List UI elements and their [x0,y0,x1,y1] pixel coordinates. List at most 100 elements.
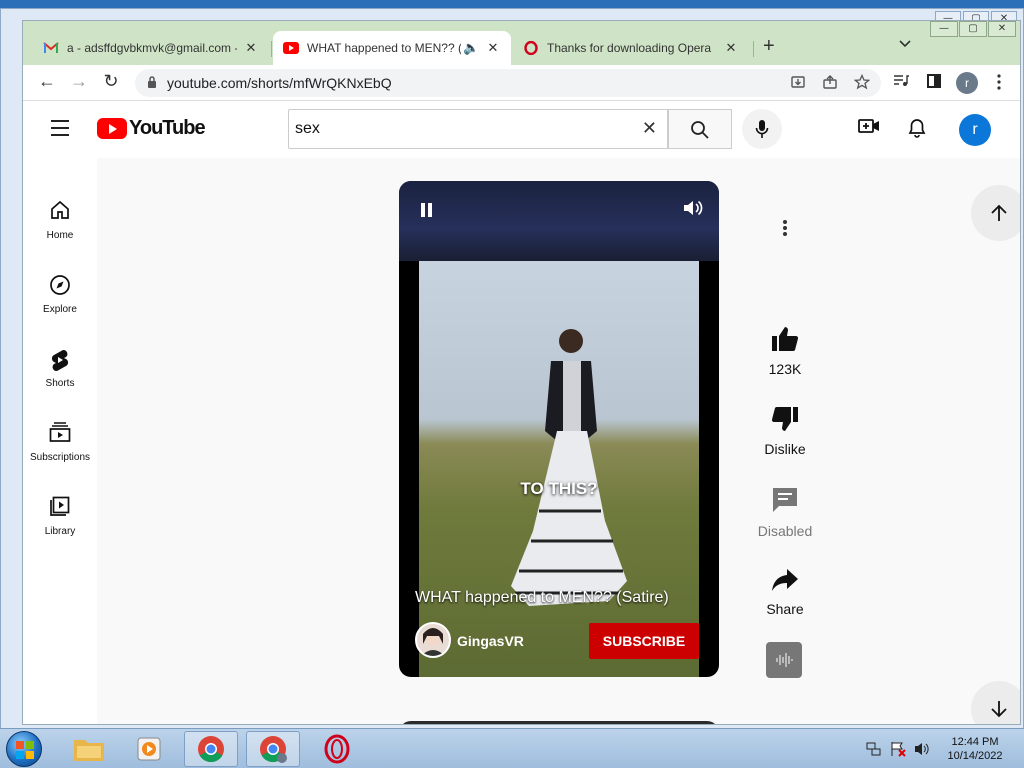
guide-menu-icon[interactable] [51,120,69,141]
search-button[interactable] [668,109,732,149]
tab-title: Thanks for downloading Opera [547,41,712,55]
guide-item-subscriptions[interactable]: Subscriptions [23,422,97,463]
taskbar-explorer[interactable] [62,731,116,767]
tab-gmail[interactable]: a - adsffdgvbkmvk@gmail.com - ✕ [33,31,269,65]
shorts-content-area: TO THIS? WHAT happened to MEN?? (Satire)… [97,158,1020,724]
speaker-icon[interactable] [914,741,930,760]
notifications-bell-icon[interactable] [905,118,929,143]
share-button[interactable]: Share [727,568,843,617]
media-control-icon[interactable] [891,74,911,92]
more-actions-icon[interactable] [783,220,787,238]
tab-close-icon[interactable]: ✕ [485,40,501,56]
reload-button[interactable]: ↻ [99,71,123,92]
youtube-logo[interactable]: YouTube [97,117,206,140]
tab-audio-icon[interactable]: 🔈 [463,40,479,56]
tab-close-icon[interactable]: ✕ [723,40,739,56]
search-input[interactable]: sex ✕ [288,109,668,149]
lock-icon[interactable] [147,75,157,89]
network-icon[interactable] [866,741,882,760]
tab-search-chevron-icon[interactable] [899,37,911,51]
dislike-button[interactable]: Dislike [727,406,843,457]
like-button[interactable]: 123K [727,326,843,377]
taskbar-media-player[interactable] [122,731,176,767]
taskbar-chrome-1[interactable] [184,731,238,767]
person-in-dress-image [511,329,627,606]
search-icon [691,121,709,139]
side-panel-icon[interactable] [924,74,944,92]
youtube-play-icon [97,118,127,139]
voice-search-button[interactable] [742,109,782,149]
chrome-minimize-button[interactable]: — [930,21,958,37]
windows-logo-icon [16,741,34,759]
folder-icon [74,740,104,761]
youtube-header: YouTube sex ✕ r [23,102,1020,158]
short-title[interactable]: WHAT happened to MEN?? (Satire) [415,589,669,607]
tab-title: WHAT happened to MEN?? ( [307,41,461,55]
action-center-flag-icon[interactable] [890,741,906,760]
clock-date: 10/14/2022 [947,750,1003,762]
browser-toolbar: ← → ↻ youtube.com/shorts/mfWrQKNxEbQ r [23,65,1020,101]
chrome-profile-avatar[interactable]: r [956,72,978,94]
create-video-icon[interactable] [857,118,881,139]
youtube-logo-text: YouTube [129,117,206,139]
comment-icon [773,488,797,512]
previous-short-button[interactable] [971,185,1020,241]
tab-title: a - adsffdgvbkmvk@gmail.com - [67,41,237,55]
tab-separator [271,41,272,57]
chrome-icon [260,736,287,763]
volume-icon[interactable] [683,199,703,222]
youtube-icon [283,40,299,56]
install-icon[interactable] [789,74,807,93]
subscriptions-icon [49,422,71,442]
forward-button[interactable]: → [67,71,91,92]
chrome-close-button[interactable]: ✕ [988,21,1016,37]
tab-youtube-active[interactable]: WHAT happened to MEN?? ( 🔈 ✕ [273,31,511,65]
video-overlay-caption: TO THIS? [520,479,598,498]
tab-close-icon[interactable]: ✕ [243,40,259,56]
tab-opera[interactable]: Thanks for downloading Opera ✕ [513,31,749,65]
channel-name[interactable]: GingasVR [457,633,524,649]
taskbar-opera[interactable] [310,731,364,767]
bookmark-star-icon[interactable] [853,73,871,93]
guide-item-library[interactable]: Library [23,496,97,537]
guide-item-explore[interactable]: Explore [23,274,97,315]
clear-search-icon[interactable]: ✕ [642,118,657,139]
shorts-icon [51,349,69,372]
arrow-down-icon [991,701,1007,718]
guide-item-label: Library [44,526,76,537]
guide-item-label: Subscriptions [29,452,91,463]
new-tab-button[interactable]: + [763,35,775,58]
dislike-label: Dislike [764,441,806,457]
chrome-maximize-button[interactable]: ▢ [959,21,987,37]
next-short-button[interactable] [971,681,1020,724]
tab-separator [753,41,754,57]
chrome-window: — ▢ ✕ a - adsffdgvbkmvk@gmail.com - ✕ WH… [22,20,1021,725]
tab-strip: — ▢ ✕ a - adsffdgvbkmvk@gmail.com - ✕ WH… [23,21,1020,65]
subscribe-button[interactable]: SUBSCRIBE [589,623,699,659]
guide-item-home[interactable]: Home [23,200,97,241]
address-bar[interactable]: youtube.com/shorts/mfWrQKNxEbQ [135,69,881,97]
channel-avatar[interactable] [415,622,451,658]
url-text[interactable]: youtube.com/shorts/mfWrQKNxEbQ [167,75,392,91]
share-arrow-icon [772,569,798,591]
thumbs-up-icon [772,327,799,352]
share-label: Share [766,601,804,617]
shorts-video-player[interactable]: TO THIS? WHAT happened to MEN?? (Satire)… [399,181,719,677]
search-query-text[interactable]: sex [295,120,320,138]
back-button[interactable]: ← [35,71,59,92]
next-short-preview[interactable] [399,721,719,724]
guide-item-label: Explore [43,304,77,315]
sound-thumbnail[interactable] [766,642,802,678]
pause-icon[interactable] [421,203,432,217]
comments-label: Disabled [757,523,813,539]
start-button[interactable] [6,731,42,767]
account-avatar[interactable]: r [959,114,991,146]
thumbs-down-icon [771,406,798,431]
guide-item-shorts[interactable]: Shorts [23,348,97,389]
guide-item-label: Shorts [45,378,75,389]
taskbar-chrome-2[interactable] [246,731,300,767]
chrome-menu-icon[interactable] [989,74,1009,94]
share-icon[interactable] [821,74,839,93]
comments-button[interactable]: Disabled [727,486,843,539]
system-clock[interactable]: 12:44 PM 10/14/2022 [940,735,1010,763]
